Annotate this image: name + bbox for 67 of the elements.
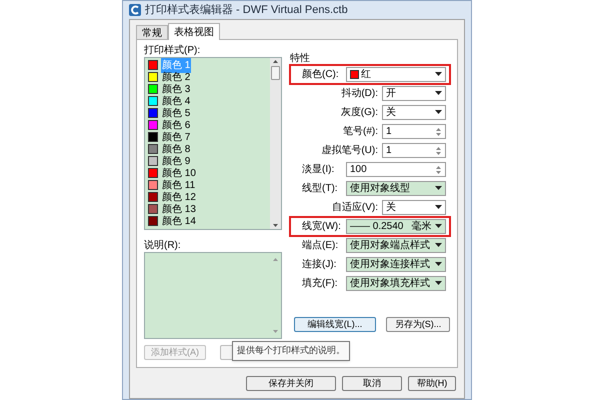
window-title: 打印样式表编辑器 - DWF Virtual Pens.ctb [145,2,348,18]
spin-arrows-icon[interactable] [435,126,442,136]
caret-icon[interactable] [435,91,442,96]
dropdown[interactable]: 使用对象端点样式 [346,238,446,253]
caret-icon[interactable] [435,224,442,229]
list-item[interactable]: 颜色 6 [161,118,192,132]
field-label: 颜色(C): [301,68,340,82]
dropdown[interactable]: 使用对象线型 [346,181,446,196]
description-label: 说明(R): [144,239,182,252]
properties-label: 特性 [290,52,311,65]
list-item[interactable]: 颜色 11 [161,178,196,192]
list-item[interactable]: 颜色 12 [161,190,197,204]
list-item[interactable]: 颜色 13 [161,202,197,216]
field-label: 笔号(#): [342,125,379,139]
field-label: 端点(E): [301,238,340,253]
list-item[interactable]: 颜色 4 [161,94,192,108]
dropdown[interactable]: 开 [382,86,446,101]
caret-icon[interactable] [435,110,442,115]
caret-icon[interactable] [435,205,442,210]
list-item[interactable]: 颜色 7 [161,130,192,144]
field-label: 线型(T): [301,182,339,196]
up-arrow-icon[interactable] [272,58,279,65]
edit-lineweights-button[interactable]: 编辑线宽(L)... [294,317,376,332]
dialog-button[interactable]: 帮助(H) [408,376,456,391]
list-item[interactable]: 颜色 10 [161,166,197,180]
list-label: 打印样式(P): [144,44,202,57]
list-item[interactable]: 颜色 5 [161,106,192,120]
dropdown[interactable]: 关 [382,200,446,215]
dropdown[interactable]: —— 0.2540 毫米 [346,219,446,234]
field-label: 抖动(D): [340,86,379,101]
tab[interactable]: 常规 [136,25,168,39]
spin-field[interactable]: 100 [346,162,446,177]
list-item[interactable]: 颜色 9 [161,154,192,168]
dropdown[interactable]: 使用对象连接样式 [346,257,446,272]
dialog-button[interactable]: 保存并关闭 [246,376,336,391]
caret-icon[interactable] [435,262,442,267]
save-as-button[interactable]: 另存为(S)... [386,317,450,332]
list-item[interactable]: 颜色 8 [161,142,192,156]
spin-field[interactable]: 1 [382,143,446,158]
caret-icon[interactable] [435,243,442,248]
scrollbar[interactable] [270,58,281,229]
field-label: 线宽(W): [301,220,342,234]
app-icon [129,4,141,16]
list-item[interactable]: 颜色 14 [161,214,197,228]
dialog-button[interactable]: 取消 [342,376,402,391]
field-label: 自适应(V): [330,200,379,215]
dropdown[interactable]: 使用对象填充样式 [346,276,446,291]
caret-icon[interactable] [435,281,442,286]
list-item[interactable]: 颜色 2 [161,70,192,84]
caret-icon[interactable] [435,186,442,191]
field-label: 灰度(G): [340,106,379,120]
field-label: 淡显(I): [301,163,336,177]
spin-arrows-icon[interactable] [435,146,442,156]
field-label: 虚拟笔号(U): [320,144,379,158]
field-label: 填充(F): [301,276,339,291]
field-label: 连接(J): [301,258,338,272]
style-list[interactable]: 颜色 1 颜色 2 颜色 3 颜色 4 颜色 5 颜色 6 颜色 7 颜色 8 颜色 9 颜色 10 颜色 11 颜色 12 颜色 13 颜色 14 [144,57,282,230]
down-arrow-icon[interactable] [272,222,279,229]
list-item[interactable]: 颜色 3 [161,82,192,96]
caret-icon[interactable] [435,72,442,77]
tooltip: 提供每个打印样式的说明。 [232,341,350,360]
tab[interactable]: 表格视图 [168,23,220,40]
scroll-thumb[interactable] [271,66,280,80]
dropdown[interactable]: 红 [346,67,446,82]
dropdown[interactable]: 关 [382,105,446,120]
spin-arrows-icon[interactable] [435,164,442,174]
spin-field[interactable]: 1 [382,124,446,139]
